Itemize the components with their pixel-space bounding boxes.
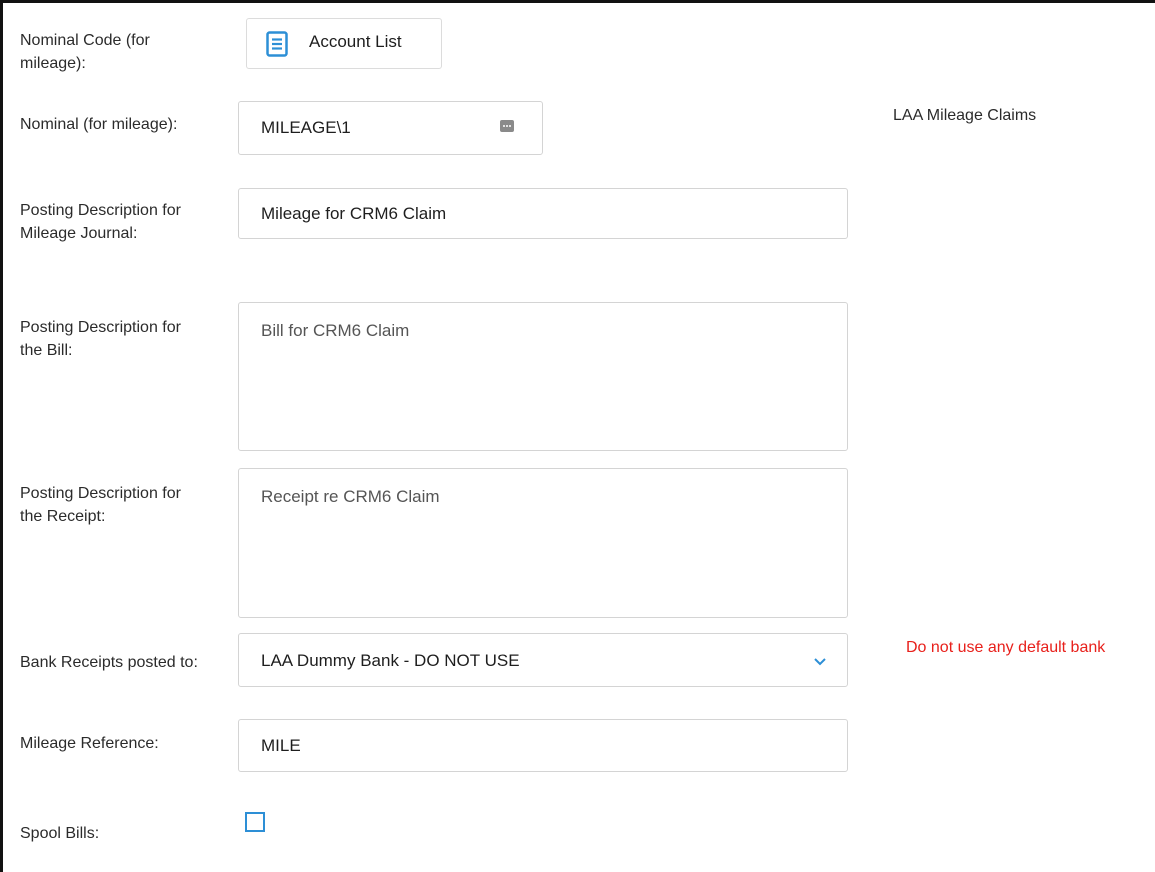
mileage-journal-label: Posting Description for Mileage Journal:	[20, 202, 181, 242]
nominal-label: Nominal (for mileage):	[20, 116, 178, 133]
bill-description-label: Posting Description for the Bill:	[20, 319, 181, 359]
bill-description-textarea[interactable]: Bill for CRM6 Claim	[238, 302, 848, 451]
bank-receipts-label: Bank Receipts posted to:	[20, 654, 198, 671]
bank-receipts-select[interactable]: LAA Dummy Bank - DO NOT USE	[238, 633, 848, 687]
lookup-dots-icon[interactable]	[500, 119, 514, 133]
mileage-reference-label: Mileage Reference:	[20, 735, 159, 752]
account-list-button-label: Account List	[309, 32, 402, 51]
receipt-description-textarea[interactable]: Receipt re CRM6 Claim	[238, 468, 848, 618]
mileage-journal-value: Mileage for CRM6 Claim	[261, 204, 447, 223]
window-frame-left	[0, 0, 3, 872]
receipt-description-value: Receipt re CRM6 Claim	[261, 487, 440, 506]
bank-warning-text: Do not use any default bank	[906, 639, 1106, 656]
chevron-down-icon[interactable]	[813, 653, 827, 666]
document-list-icon	[266, 31, 288, 57]
nominal-input[interactable]: MILEAGE\1	[238, 101, 543, 155]
mileage-reference-value: MILE	[261, 736, 301, 755]
spool-bills-label: Spool Bills:	[20, 825, 100, 842]
mileage-reference-input[interactable]: MILE	[238, 719, 848, 772]
nominal-input-value: MILEAGE\1	[261, 118, 351, 137]
receipt-description-label: Posting Description for the Receipt:	[20, 485, 181, 525]
spool-bills-checkbox[interactable]	[245, 812, 265, 832]
account-list-button[interactable]: Account List	[246, 18, 442, 69]
bill-description-value: Bill for CRM6 Claim	[261, 321, 410, 340]
mileage-journal-input[interactable]: Mileage for CRM6 Claim	[238, 188, 848, 239]
nominal-description: LAA Mileage Claims	[893, 107, 1037, 124]
nominal-code-label: Nominal Code (for mileage):	[20, 32, 150, 72]
bank-receipts-selected: LAA Dummy Bank - DO NOT USE	[261, 651, 520, 670]
window-frame-top	[0, 0, 1155, 3]
